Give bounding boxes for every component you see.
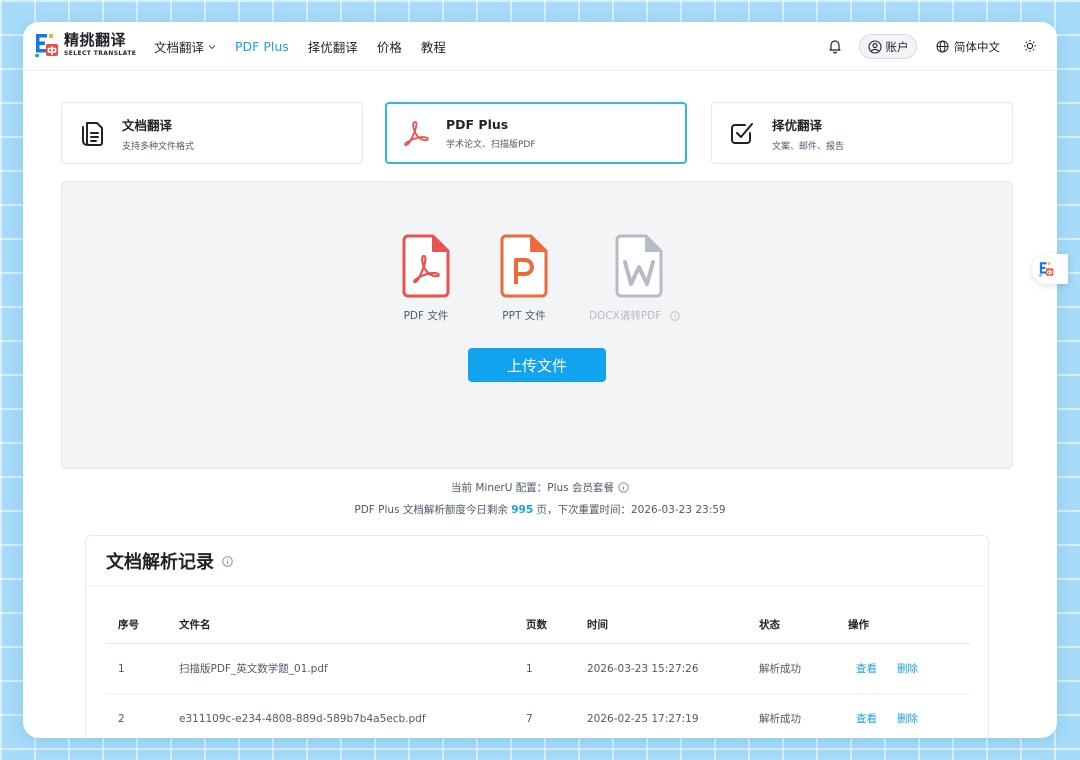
file-type-label: DOCX请转PDF: [589, 310, 662, 322]
mineru-config-line: 当前 MinerU 配置：Plus 会员套餐: [23, 480, 1057, 495]
file-type-label-row: DOCX请转PDF: [589, 308, 689, 323]
brand-logo-mark-icon: [1039, 262, 1054, 277]
file-type-label: PDF 文件: [403, 310, 449, 322]
quota-suffix: 页，下次重置时间：2026-03-23 23:59: [533, 504, 726, 516]
mode-card-title: 择优翻译: [772, 117, 823, 133]
view-link[interactable]: 查看: [856, 711, 877, 726]
document-stack-icon: [82, 122, 103, 146]
column-header-status: 状态: [759, 619, 780, 631]
table-row: 1 扫描版PDF_英文数学题_01.pdf 1 2026-03-23 15:27…: [106, 644, 970, 694]
mode-card-document-translate[interactable]: 文档翻译 支持多种文件格式: [61, 102, 363, 164]
view-link[interactable]: 查看: [856, 661, 877, 676]
floating-translate-widget[interactable]: [1032, 254, 1068, 284]
top-header: 精挑翻译 SELECT TRANSLATE 文档翻译 PDF Plus 择优翻译…: [23, 22, 1057, 71]
info-circle-icon[interactable]: [222, 555, 233, 567]
cell-pages: 7: [526, 712, 533, 725]
info-circle-icon[interactable]: [618, 482, 629, 493]
nav-item-label: 文档翻译: [154, 40, 205, 55]
records-title: 文档解析记录: [106, 552, 214, 573]
delete-link[interactable]: 删除: [897, 661, 918, 676]
nav-item-pricing[interactable]: 价格: [377, 37, 402, 56]
cell-time: 2026-02-25 17:27:19: [587, 712, 699, 725]
mode-card-desc: 文案、邮件、报告: [772, 141, 845, 152]
chevron-down-icon: [208, 44, 216, 49]
cell-status: 解析成功: [759, 663, 801, 675]
nav-item-label: PDF Plus: [235, 39, 289, 54]
cell-actions: 查看 删除: [848, 644, 938, 693]
pdf-file-icon: [402, 234, 450, 298]
mode-card-title: PDF Plus: [446, 116, 509, 132]
column-header-index: 序号: [118, 619, 139, 631]
word-file-icon: [615, 234, 663, 298]
cell-filename: 扫描版PDF_英文数学题_01.pdf: [179, 663, 328, 675]
user-circle-icon: [867, 39, 882, 54]
cell-filename: e311109c-e234-4808-889d-589b7b4a5ecb.pdf: [179, 712, 426, 725]
mode-card-pdf-plus[interactable]: PDF Plus 学术论文、扫描版PDF: [385, 102, 687, 164]
main-nav: 文档翻译 PDF Plus 择优翻译 价格 教程: [154, 22, 465, 71]
column-header-filename: 文件名: [179, 619, 211, 631]
column-header-time: 时间: [587, 619, 608, 631]
globe-icon: [936, 40, 949, 53]
cell-index: 1: [118, 662, 125, 675]
brand-logo[interactable]: 精挑翻译 SELECT TRANSLATE: [33, 32, 136, 58]
cell-time: 2026-03-23 15:27:26: [587, 662, 699, 675]
cell-status: 解析成功: [759, 713, 801, 725]
nav-item-label: 择优翻译: [307, 40, 358, 55]
cell-pages: 1: [526, 662, 533, 675]
mode-card-select-translate[interactable]: 择优翻译 文案、邮件、报告: [711, 102, 1013, 164]
brand-name: 精挑翻译: [64, 31, 127, 49]
column-header-actions: 操作: [848, 619, 869, 631]
language-selector[interactable]: 简体中文: [936, 22, 1000, 71]
brand-subtitle: SELECT TRANSLATE: [64, 50, 137, 57]
parse-records-panel: 文档解析记录 序号 文件名 页数 时间 状态 操作 1 扫描版PDF_英文数学题…: [85, 535, 989, 738]
mode-card-desc: 支持多种文件格式: [122, 141, 195, 152]
mode-card-title: 文档翻译: [122, 117, 173, 133]
cell-actions: 查看 删除: [848, 694, 938, 738]
config-text: 当前 MinerU 配置：Plus 会员套餐: [451, 482, 614, 494]
upload-file-button[interactable]: 上传文件: [468, 348, 606, 382]
table-row: 2 e311109c-e234-4808-889d-589b7b4a5ecb.p…: [106, 694, 970, 738]
records-header: 文档解析记录: [86, 536, 988, 587]
language-label: 简体中文: [954, 39, 1000, 54]
nav-item-select-translate[interactable]: 择优翻译: [308, 37, 358, 56]
bell-icon[interactable]: [827, 38, 843, 54]
records-table: 序号 文件名 页数 时间 状态 操作 1 扫描版PDF_英文数学题_01.pdf…: [106, 606, 970, 738]
info-circle-icon[interactable]: [670, 310, 680, 321]
app-window: 精挑翻译 SELECT TRANSLATE 文档翻译 PDF Plus 择优翻译…: [23, 22, 1057, 738]
quota-value: 995: [511, 504, 534, 516]
account-button[interactable]: 账户: [859, 34, 917, 59]
file-type-docx: DOCX请转PDF: [589, 234, 689, 323]
pdf-acrobat-icon: [404, 121, 429, 146]
nav-item-pdf-plus[interactable]: PDF Plus: [235, 39, 289, 54]
delete-link[interactable]: 删除: [897, 711, 918, 726]
file-type-pdf: PDF 文件: [381, 234, 471, 323]
file-type-label: PPT 文件: [502, 310, 546, 322]
checkbox-icon: [731, 123, 753, 144]
column-header-pages: 页数: [526, 619, 547, 631]
upload-dropzone[interactable]: PDF 文件 PPT 文件 DOCX请转PDF 上传文件: [61, 181, 1013, 469]
nav-item-label: 价格: [376, 40, 402, 55]
nav-item-label: 教程: [420, 40, 446, 55]
quota-line: PDF Plus 文档解析额度今日剩余 995 页，下次重置时间：2026-03…: [23, 502, 1057, 517]
cell-index: 2: [118, 712, 125, 725]
sun-icon[interactable]: [1023, 39, 1037, 53]
nav-item-document-translate[interactable]: 文档翻译: [154, 37, 216, 56]
nav-item-tutorial[interactable]: 教程: [421, 37, 446, 56]
quota-prefix: PDF Plus 文档解析额度今日剩余: [354, 504, 512, 516]
table-header-row: 序号 文件名 页数 时间 状态 操作: [106, 606, 970, 644]
account-label: 账户: [885, 39, 909, 54]
ppt-file-icon: [500, 234, 548, 298]
mode-card-desc: 学术论文、扫描版PDF: [446, 139, 536, 150]
brand-logo-mark-icon: [35, 34, 58, 57]
file-type-ppt: PPT 文件: [479, 234, 569, 323]
